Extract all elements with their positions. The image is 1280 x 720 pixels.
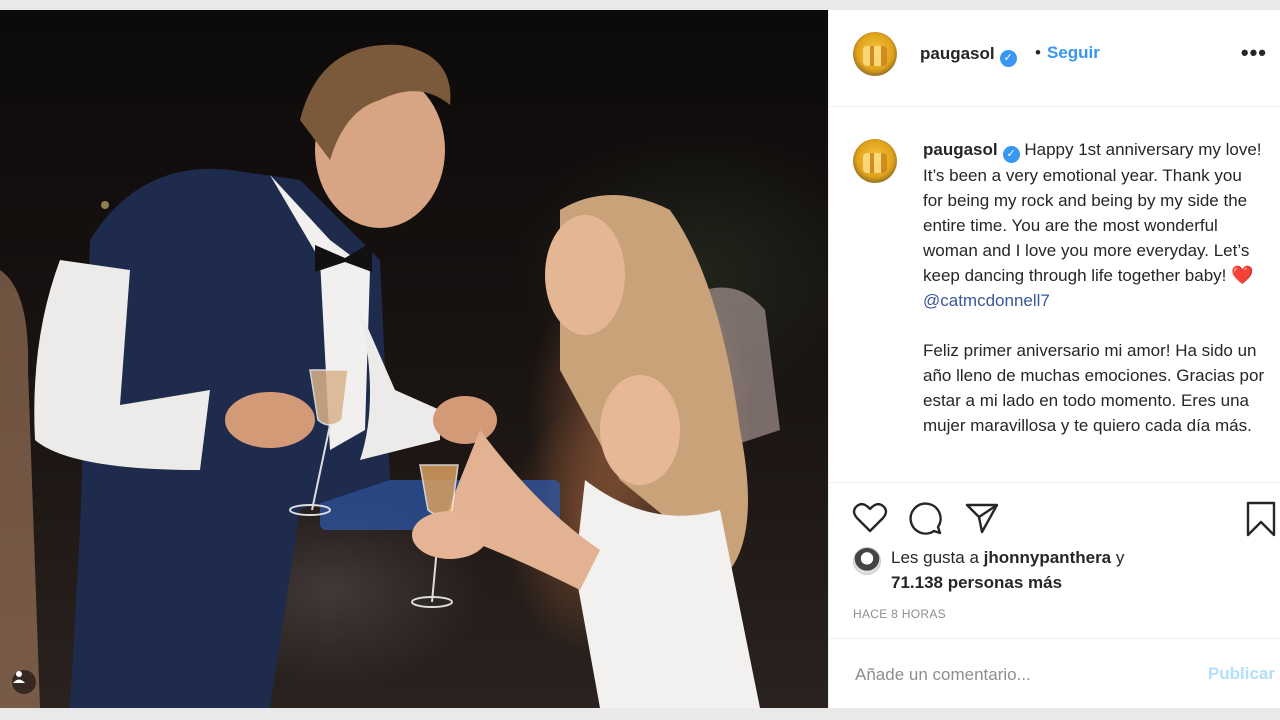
red-heart-emoji-icon: ❤️ [1231,265,1254,285]
comment-icon[interactable] [908,501,944,535]
caption-avatar[interactable] [853,139,897,183]
separator-dot: • [1035,43,1041,62]
caption-area[interactable]: paugasol ✓ Happy 1st anniversary my love!… [829,107,1280,482]
caption-body-es: Feliz primer aniversario mi amor! Ha sid… [923,341,1265,435]
post-header: paugasol ✓ • Seguir ••• [829,10,1280,107]
heart-icon[interactable] [852,501,888,533]
liker-username[interactable]: jhonnypanthera [984,548,1112,567]
liker-avatar[interactable] [853,547,881,575]
publish-button[interactable]: Publicar [1208,664,1275,684]
share-icon[interactable] [964,501,1000,535]
post-timestamp[interactable]: HACE 8 HORAS [853,607,946,621]
likes-count[interactable]: 71.138 personas más [891,573,1062,592]
comment-box: Publicar [829,638,1280,710]
post-side-panel: paugasol ✓ • Seguir ••• paugasol ✓ Happy 1… [828,10,1280,708]
comment-input[interactable] [853,661,1177,689]
verified-badge-icon: ✓ [1002,146,1020,163]
mention-link[interactable]: @catmcdonnell7 [923,291,1050,310]
bookmark-icon[interactable] [1245,501,1277,537]
person-icon [13,671,25,683]
caption-text: paugasol ✓ Happy 1st anniversary my love!… [923,137,1265,463]
likes-text: Les gusta a jhonnypanthera y 71.138 pers… [891,545,1271,595]
post-actions: Les gusta a jhonnypanthera y 71.138 pers… [829,482,1280,709]
more-options-icon[interactable]: ••• [1241,40,1267,66]
tagged-users-icon[interactable] [12,670,36,694]
header-username-text[interactable]: paugasol [920,44,995,63]
post-photo[interactable] [0,10,828,708]
follow-button[interactable]: Seguir [1047,43,1100,63]
photo-illustration [0,44,780,708]
likes-connector: y [1111,548,1125,567]
likes-prefix: Les gusta a [891,548,984,567]
header-username[interactable]: paugasol ✓ [920,44,1017,67]
avatar[interactable] [853,32,897,76]
verified-badge-icon: ✓ [999,50,1017,67]
caption-body-en: Happy 1st anniversary my love! It’s been… [923,140,1262,285]
caption-username[interactable]: paugasol [923,140,998,159]
